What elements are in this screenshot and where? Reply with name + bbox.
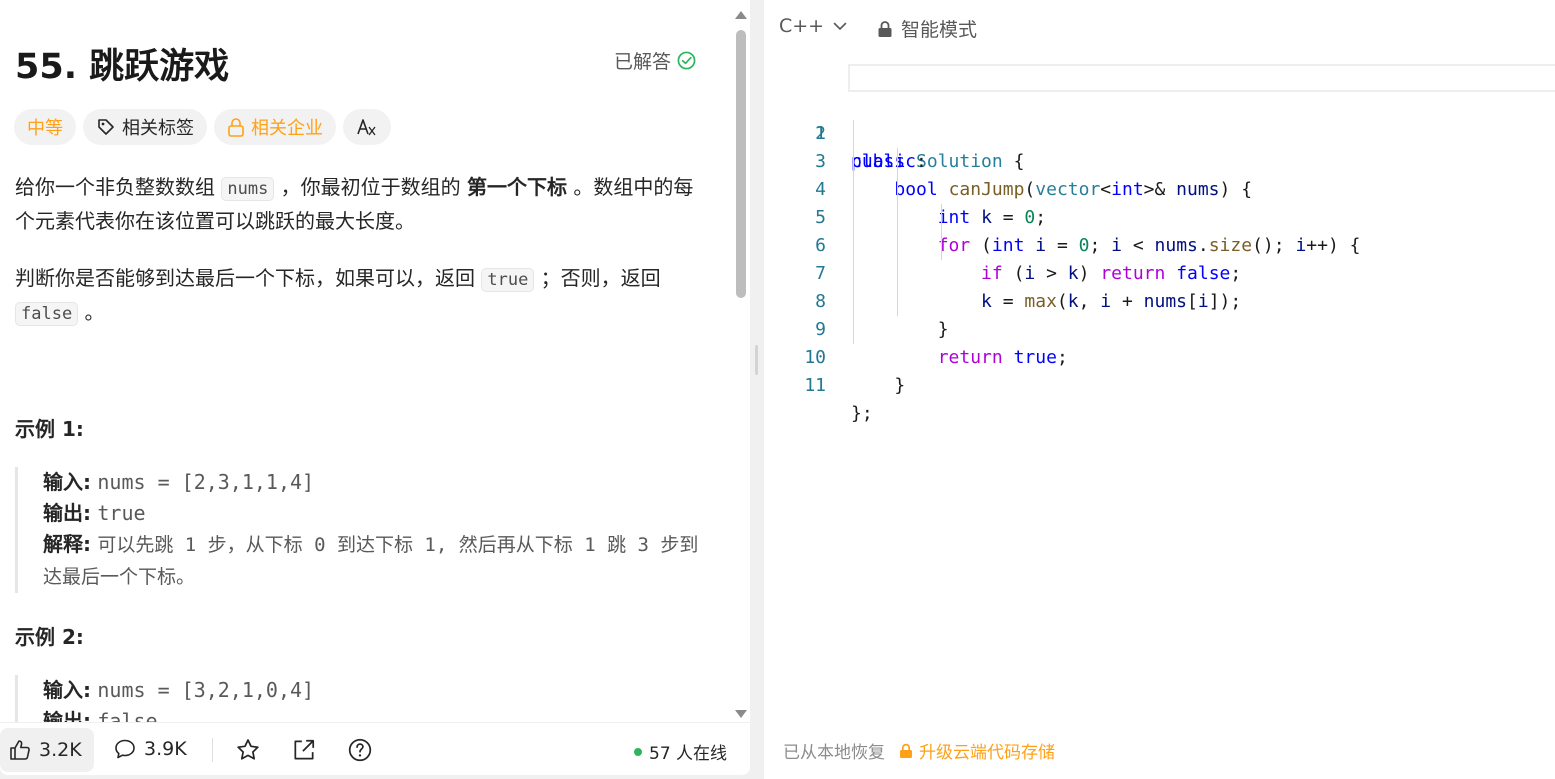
editor-footer: 已从本地恢复 升级云端代码存储 (783, 738, 1055, 763)
code-line-3[interactable]: 3 bool canJump(vector<int>& nums) { (764, 120, 1555, 200)
star-icon[interactable] (235, 737, 261, 763)
output-value: true (97, 501, 146, 525)
code-editor-panel: C++ 智能模式 1 class Solution { 2 public: 3 … (764, 0, 1555, 779)
current-line-highlight (848, 64, 1555, 92)
example-1-input: 输入: nums = [2,3,1,1,4] (43, 467, 705, 498)
problem-description: 55. 跳跃游戏 已解答 中等 相关标签 相关企业 给你一个非负整数数组 num… (0, 0, 732, 722)
line-number: 11 (804, 375, 826, 396)
code-line-9[interactable]: 9 return true; (764, 288, 1555, 368)
mode-label: 智能模式 (901, 19, 978, 41)
code-text: } (851, 375, 906, 396)
difficulty-label: 中等 (27, 118, 63, 139)
tag-icon (98, 119, 114, 135)
output-label: 输出: (43, 501, 91, 525)
input-label: 输入: (43, 678, 91, 702)
code-area[interactable]: 1 class Solution { 2 public: 3 bool canJ… (764, 64, 1555, 724)
desc-text: ，你最初位于数组的 (280, 175, 461, 199)
description-scrollbar[interactable] (735, 8, 747, 718)
comment-count: 3.9K (144, 738, 187, 760)
restore-status: 已从本地恢复 (783, 743, 885, 763)
splitter-grip[interactable] (755, 345, 758, 375)
problem-action-bar: 3.2K 3.9K 57 人在线 (0, 722, 750, 775)
solved-status: 已解答 (614, 47, 696, 74)
description-paragraph-1: 给你一个非负整数数组 nums ，你最初位于数组的 第一个下标 。数组中的每个元… (15, 171, 705, 237)
difficulty-tag[interactable]: 中等 (14, 109, 76, 145)
problem-title[interactable]: 55. 跳跃游戏 (15, 38, 229, 89)
code-line-10[interactable]: 10 } (764, 316, 1555, 396)
language-select[interactable]: C++ (779, 15, 848, 37)
code-line-1[interactable]: 1 class Solution { (764, 64, 1555, 172)
online-users: 57 人在线 (634, 739, 727, 764)
example-2-input: 输入: nums = [3,2,1,0,4] (43, 675, 705, 706)
editor-header: C++ 智能模式 (764, 0, 1555, 54)
indent-guide (853, 120, 854, 344)
like-button[interactable]: 3.2K (0, 728, 94, 772)
code-line-11[interactable]: 11 }; (764, 344, 1555, 424)
related-companies-button[interactable]: 相关企业 (214, 109, 336, 145)
panel-splitter[interactable] (750, 0, 764, 779)
upgrade-storage-link[interactable]: 升级云端代码存储 (899, 738, 1055, 763)
code-line-5[interactable]: 5 for (int i = 0; i < nums.size(); i++) … (764, 176, 1555, 256)
divider (212, 738, 213, 762)
share-icon[interactable] (291, 737, 317, 763)
code-text: }; (851, 403, 873, 424)
indent-guide (941, 204, 942, 260)
example-2-output: 输出: false (43, 706, 705, 722)
translate-button[interactable] (343, 109, 391, 145)
scroll-down-arrow-icon[interactable] (735, 710, 747, 718)
code-line-8[interactable]: 8 } (764, 260, 1555, 340)
lock-icon (228, 118, 244, 137)
desc-text: 。 (84, 300, 105, 324)
inline-code: false (15, 302, 79, 326)
translate-icon (357, 119, 376, 136)
lock-icon (878, 20, 892, 37)
code-line-7[interactable]: 7 k = max(k, i + nums[i]); (764, 232, 1555, 312)
check-circle-icon (677, 51, 696, 70)
thumbs-up-icon (10, 740, 30, 760)
solved-label: 已解答 (614, 51, 672, 73)
example-1-explain: 解释: 可以先跳 1 步，从下标 0 到达下标 1, 然后再从下标 1 跳 3 … (43, 529, 703, 593)
desc-text: 给你一个非负整数数组 (15, 175, 215, 199)
language-label: C++ (779, 15, 825, 37)
input-value: nums = [2,3,1,1,4] (97, 470, 315, 494)
scrollbar-thumb[interactable] (736, 30, 746, 298)
like-count: 3.2K (39, 739, 82, 761)
help-icon[interactable] (347, 737, 373, 763)
example-1-block: 输入: nums = [2,3,1,1,4] 输出: true 解释: 可以先跳… (15, 467, 705, 593)
comments-button[interactable]: 3.9K (113, 737, 187, 761)
inline-code: true (481, 268, 535, 292)
desc-bold-text: 第一个下标 (467, 175, 568, 199)
tag-row: 中等 相关标签 相关企业 (14, 109, 391, 145)
scroll-up-arrow-icon[interactable] (735, 11, 747, 19)
lock-icon (900, 743, 912, 758)
problem-panel: 55. 跳跃游戏 已解答 中等 相关标签 相关企业 给你一个非负整数数组 num… (0, 0, 750, 775)
example-2-block: 输入: nums = [3,2,1,0,4] 输出: false (15, 675, 705, 722)
code-line-4[interactable]: 4 int k = 0; (764, 148, 1555, 228)
comment-icon (115, 739, 135, 759)
code-line-2[interactable]: 2 public: (764, 92, 1555, 172)
explain-label: 解释: (43, 532, 91, 556)
online-count: 57 人在线 (649, 744, 728, 764)
chevron-down-icon (833, 22, 847, 30)
output-value: false (97, 709, 158, 722)
desc-text: ；否则，返回 (540, 266, 661, 290)
input-label: 输入: (43, 470, 91, 494)
upgrade-label: 升级云端代码存储 (919, 743, 1055, 763)
description-paragraph-2: 判断你是否能够到达最后一个下标，如果可以，返回 true ；否则，返回 fals… (15, 262, 705, 330)
related-tags-button[interactable]: 相关标签 (83, 109, 207, 145)
online-dot-icon (634, 747, 642, 756)
related-tags-label: 相关标签 (122, 118, 194, 139)
related-companies-label: 相关企业 (251, 118, 323, 139)
smart-mode-toggle[interactable]: 智能模式 (877, 15, 977, 42)
input-value: nums = [3,2,1,0,4] (97, 678, 315, 702)
explain-value: 可以先跳 1 步，从下标 0 到达下标 1, 然后再从下标 1 跳 3 步到达最… (43, 534, 699, 588)
example-1-title: 示例 1: (15, 417, 84, 441)
example-1-output: 输出: true (43, 498, 705, 529)
output-label: 输出: (43, 709, 91, 722)
code-line-6[interactable]: 6 if (i > k) return false; (764, 204, 1555, 284)
example-2-title: 示例 2: (15, 625, 84, 649)
desc-text: 判断你是否能够到达最后一个下标，如果可以，返回 (15, 266, 475, 290)
inline-code: nums (221, 177, 275, 201)
indent-guide (897, 148, 898, 316)
